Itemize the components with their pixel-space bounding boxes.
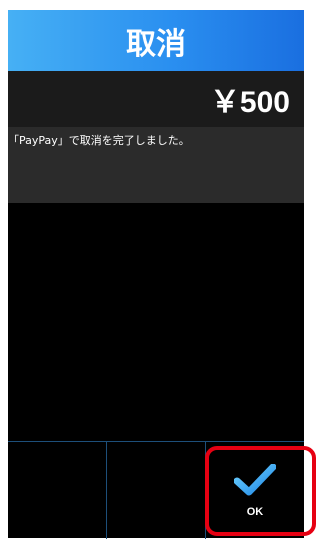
page-title: 取消 xyxy=(126,26,186,62)
content-area xyxy=(8,203,304,441)
empty-slot-2 xyxy=(107,442,206,539)
highlight-frame xyxy=(205,446,316,536)
completion-message: 「PayPay」で取消を完了しました。 xyxy=(8,134,190,147)
message-area: 「PayPay」で取消を完了しました。 xyxy=(8,127,304,203)
empty-slot-1 xyxy=(8,442,107,539)
amount-value: ￥500 xyxy=(209,86,290,119)
amount-display: ￥500 xyxy=(8,71,304,127)
screen-header: 取消 xyxy=(8,10,304,71)
